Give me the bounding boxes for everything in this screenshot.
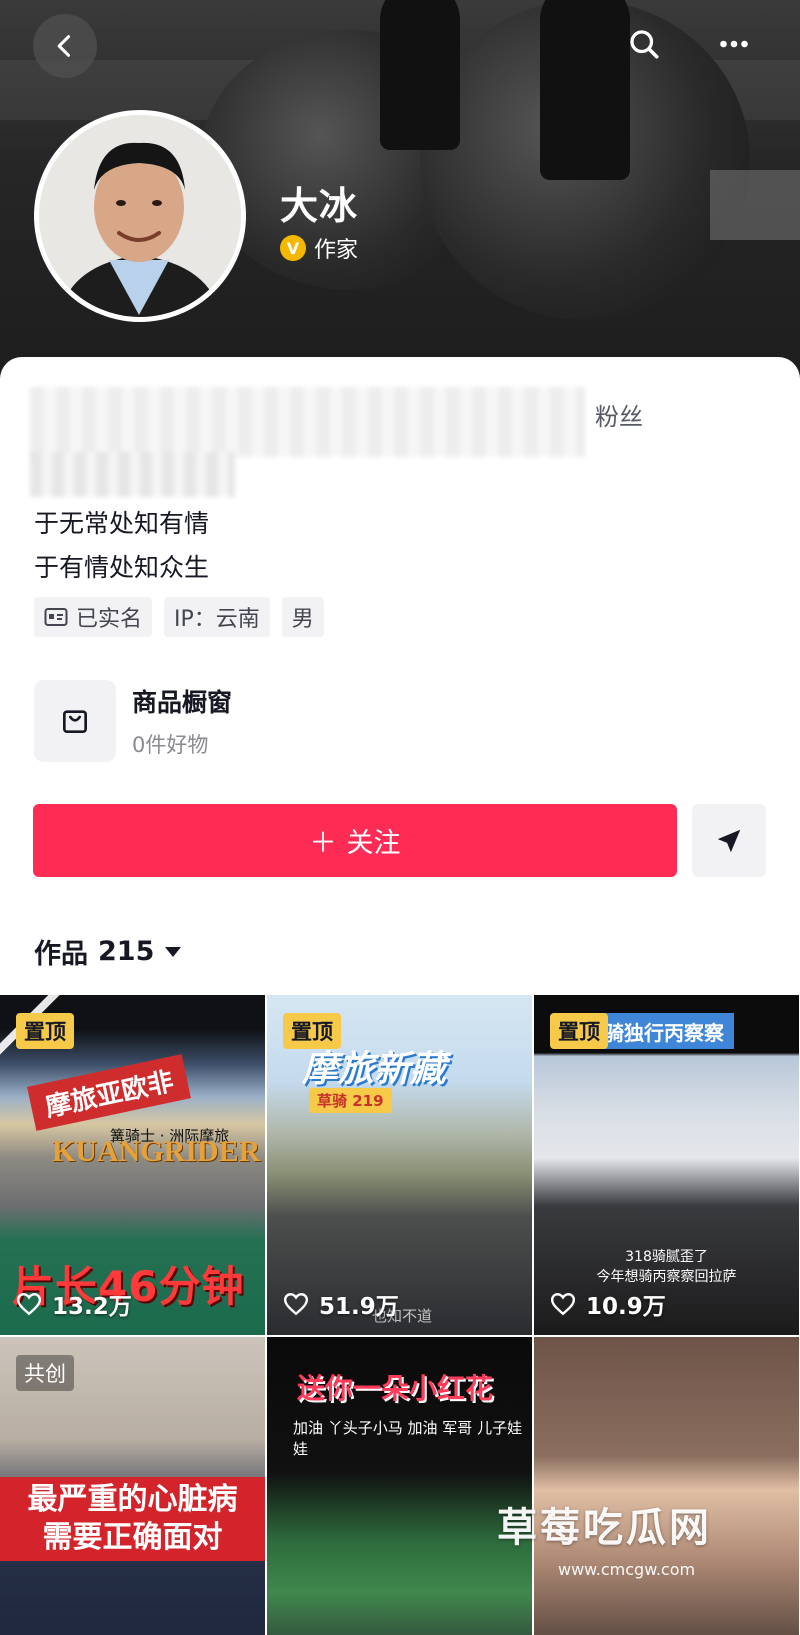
send-icon [717,829,741,852]
video-tile[interactable]: 骑独行丙察察 置顶 318骑腻歪了 今年想骑丙察察回拉萨 10.9万 [534,995,799,1335]
shop-subtitle: 0件好物 [132,733,209,757]
watermark-url: www.cmcgw.com [558,1560,696,1579]
caret-down-icon [165,946,182,957]
banner-line: 需要正确面对 [42,1520,223,1555]
more-horizontal-icon [720,40,748,48]
shop-icon-box [34,680,116,762]
profile-name: 大冰 [280,184,359,228]
video-banner: 最严重的心脏病 需要正确面对 [0,1477,265,1561]
shop-text: 商品橱窗 0件好物 [132,683,232,759]
cover-rider [380,0,460,150]
blurred-stats [30,387,585,457]
tag-gender: 男 [281,597,324,637]
caption-line: 今年想骑丙察察回拉萨 [596,1269,737,1285]
verify-title: 作家 [314,238,359,263]
video-brand: KUANGRIDER [52,1135,261,1168]
heart-icon [550,1293,576,1316]
video-title: 送你一朵小红花 [297,1372,494,1405]
fans-label[interactable]: 粉丝 [595,397,643,432]
cocreate-badge: 共创 [16,1355,74,1391]
search-button[interactable] [614,14,674,74]
video-caption: 318骑腻歪了 今年想骑丙察察回拉萨 [534,1247,799,1287]
video-likes: 51.9万 [283,1287,399,1321]
tag-ip-label: IP：云南 [174,607,260,632]
banner-line: 最严重的心脏病 [27,1482,238,1517]
caption-line: 318骑腻歪了 [625,1249,708,1265]
tab-works[interactable]: 作品 215 [34,932,182,971]
video-subtitle: 加油 丫头子小马 加油 军哥 儿子娃娃 [293,1419,523,1458]
profile-bio: 于无常处知有情 于有情处知众生 [34,502,209,590]
pinned-badge: 置顶 [16,1013,74,1049]
bio-line: 于无常处知有情 [34,509,210,538]
video-likes: 13.2万 [16,1287,132,1321]
pinned-badge: 置顶 [550,1013,608,1049]
back-button[interactable] [33,14,97,78]
tag-gender-label: 男 [291,607,314,632]
video-title: 摩旅亚欧非 [27,1054,191,1131]
likes-count: 10.9万 [586,1294,666,1320]
video-tile[interactable]: 共创 最严重的心脏病 需要正确面对 [0,1337,265,1635]
blurred-stats-secondary [30,452,235,497]
likes-count: 13.2万 [52,1294,132,1320]
profile-tags: 已实名 IP：云南 男 [34,597,324,637]
bio-line: 于有情处知众生 [34,553,210,582]
follow-button[interactable]: ＋ 关注 [33,804,677,877]
video-tile[interactable]: 送你一朵小红花 加油 丫头子小马 加油 军哥 儿子娃娃 [267,1337,532,1635]
cover-railing [710,170,800,240]
id-card-icon [44,608,68,626]
shopping-bag-icon [63,710,87,733]
video-likes: 10.9万 [550,1287,666,1321]
chevron-left-icon [57,35,71,57]
avatar-portrait [39,115,241,317]
plus-icon: ＋ [309,828,337,858]
shop-window[interactable]: 商品橱窗 0件好物 [34,680,232,762]
video-tile[interactable]: 摩旅亚欧非 篝骑士 · 洲际摩旅 KUANGRIDER 片长46分钟 置顶 13… [0,995,265,1335]
tag-realname-label: 已实名 [76,607,143,632]
heart-icon [16,1293,42,1316]
verification: V 作家 [280,232,358,264]
verified-badge-icon: V [280,235,306,261]
likes-count: 51.9万 [319,1294,399,1320]
follow-label: 关注 [346,828,401,858]
works-label: 作品 [34,939,88,970]
tag-realname: 已实名 [34,597,153,637]
search-icon [630,30,659,59]
avatar[interactable] [34,110,246,322]
video-tile[interactable] [534,1337,799,1635]
more-button[interactable] [704,14,764,74]
shop-title: 商品橱窗 [132,688,233,717]
video-banner: 骑独行丙察察 [594,1013,734,1049]
pinned-badge: 置顶 [283,1013,341,1049]
watermark: 草莓吃瓜网 [497,1505,712,1551]
works-count: 215 [98,936,155,967]
tag-ip: IP：云南 [164,597,270,637]
video-tile[interactable]: 摩旅新藏 草骑 219 也知不道 置顶 51.9万 [267,995,532,1335]
heart-icon [283,1293,309,1316]
share-button[interactable] [692,804,766,877]
video-tag: 草骑 219 [309,1088,392,1113]
